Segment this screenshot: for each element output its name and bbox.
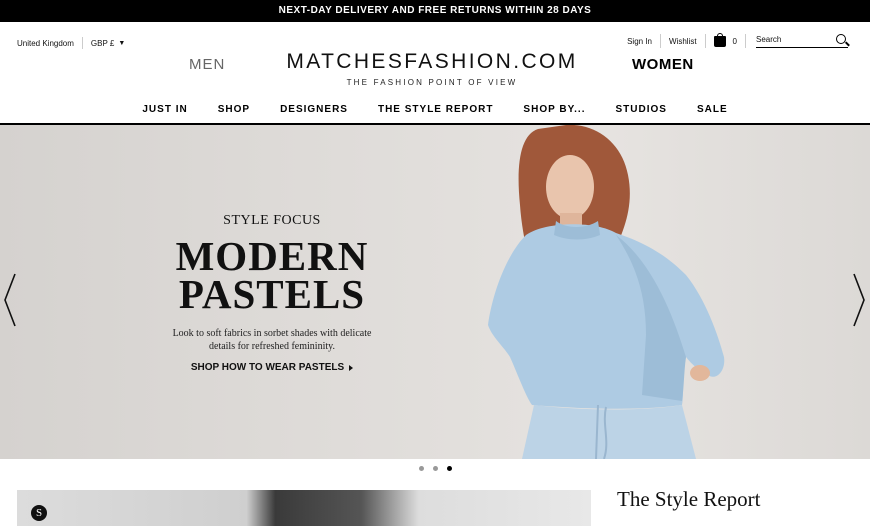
women-link[interactable]: WOMEN bbox=[632, 56, 694, 73]
hero-banner[interactable]: STYLE FOCUS MODERN PASTELS Look to soft … bbox=[0, 125, 870, 459]
caret-right-icon bbox=[349, 364, 354, 371]
locale-selector: United Kingdom GBP £ ▼ bbox=[17, 37, 125, 49]
cta-label: SHOP HOW TO WEAR PASTELS bbox=[190, 362, 345, 373]
nav-item-style-report[interactable]: THE STYLE REPORT bbox=[378, 104, 493, 124]
hero-eyebrow: STYLE FOCUS bbox=[223, 213, 321, 228]
hero-headline: MODERN PASTELS bbox=[175, 233, 369, 317]
promo-bar: NEXT-DAY DELIVERY AND FREE RETURNS WITHI… bbox=[0, 0, 870, 22]
carousel-prev-arrow-icon[interactable] bbox=[3, 272, 17, 328]
wishlist-link[interactable]: Wishlist bbox=[669, 37, 697, 46]
nav-item-shop[interactable]: SHOP bbox=[218, 104, 250, 124]
main-nav: JUST IN SHOP DESIGNERS THE STYLE REPORT … bbox=[0, 104, 870, 124]
men-link[interactable]: MEN bbox=[189, 56, 225, 73]
search-icon[interactable] bbox=[836, 34, 846, 44]
carousel-dot[interactable] bbox=[418, 466, 424, 471]
hero-model-image bbox=[488, 125, 725, 459]
divider bbox=[81, 37, 83, 49]
divider bbox=[745, 34, 746, 48]
style-report-heading[interactable]: The Style Report bbox=[617, 487, 760, 512]
nav-item-just-in[interactable]: JUST IN bbox=[142, 104, 187, 124]
site-logo[interactable]: MATCHESFASHION.COM bbox=[258, 50, 606, 74]
hero-copy: STYLE FOCUS MODERN PASTELS Look to soft … bbox=[150, 213, 394, 375]
account-bar: Sign In Wishlist 0 bbox=[627, 32, 848, 48]
carousel-dot[interactable] bbox=[432, 466, 438, 471]
nav-item-shop-by[interactable]: SHOP BY... bbox=[523, 104, 585, 124]
sign-in-link[interactable]: Sign In bbox=[627, 37, 652, 46]
nav-item-studios[interactable]: STUDIOS bbox=[615, 104, 666, 124]
nav-item-sale[interactable]: SALE bbox=[697, 104, 728, 124]
hero-cta-link[interactable]: SHOP HOW TO WEAR PASTELS bbox=[190, 362, 354, 373]
style-report-badge-icon: S bbox=[31, 505, 47, 521]
carousel-dot-active[interactable] bbox=[446, 466, 452, 471]
currency-select[interactable]: GBP £ bbox=[91, 39, 114, 48]
carousel-dots bbox=[0, 466, 870, 471]
shopping-bag-button[interactable]: 0 bbox=[713, 32, 737, 47]
divider bbox=[704, 34, 706, 48]
search-box bbox=[756, 34, 848, 48]
editorial-image[interactable]: S bbox=[17, 490, 591, 526]
carousel-next-arrow-icon[interactable] bbox=[852, 272, 866, 328]
search-input[interactable] bbox=[756, 34, 826, 44]
country-link[interactable]: United Kingdom bbox=[17, 39, 74, 48]
divider bbox=[659, 34, 661, 48]
tagline: THE FASHION POINT OF VIEW bbox=[346, 78, 518, 87]
promo-text: NEXT-DAY DELIVERY AND FREE RETURNS WITHI… bbox=[278, 5, 592, 16]
hero-description: Look to soft fabrics in sorbet shades wi… bbox=[172, 328, 372, 352]
bag-count: 0 bbox=[732, 36, 737, 46]
nav-item-designers[interactable]: DESIGNERS bbox=[280, 104, 348, 124]
chevron-down-icon: ▼ bbox=[118, 39, 126, 47]
shopping-bag-icon bbox=[713, 32, 726, 47]
